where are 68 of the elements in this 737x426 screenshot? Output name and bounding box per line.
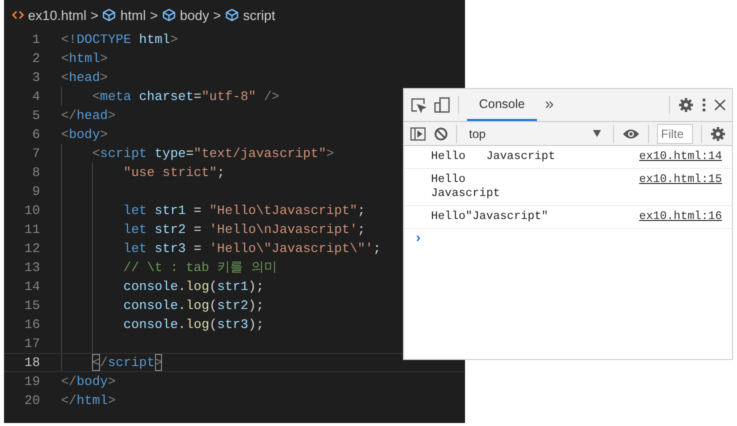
breadcrumb-item[interactable]: script: [243, 8, 276, 22]
line-number: 5: [31, 107, 40, 125]
cube-icon: [102, 8, 116, 22]
close-icon[interactable]: [714, 99, 726, 111]
line-number: 10: [23, 202, 40, 220]
code-line: let str3 = 'Hello\"Javascript\"';: [122, 240, 381, 258]
breadcrumb-separator: >: [90, 8, 98, 22]
line-number: 2: [31, 50, 40, 68]
line-number: 11: [23, 221, 40, 239]
more-tabs-button[interactable]: »: [544, 96, 554, 114]
code-line: let str2 = 'Hello\nJavascript';: [122, 221, 366, 239]
eye-icon[interactable]: [622, 128, 640, 140]
code-line: </head>: [61, 107, 116, 125]
code-line: </body>: [61, 373, 116, 391]
line-number: 7: [31, 145, 40, 163]
line-number: 12: [23, 240, 40, 258]
code-line: console.log(str2);: [122, 297, 264, 315]
code-line: <html>: [61, 50, 108, 68]
line-number: 17: [23, 335, 40, 353]
code-line: </html>: [61, 392, 116, 410]
log-message: Hello Javascript: [431, 173, 500, 201]
line-number: 18: [23, 354, 40, 371]
line-number: 20: [23, 392, 40, 410]
line-number: 13: [23, 259, 40, 277]
line-number: 15: [23, 297, 40, 315]
code-line: <script type="text/javascript">: [91, 145, 334, 163]
line-number: 19: [23, 373, 40, 391]
caret-icon: [593, 130, 601, 137]
code-line: <head>: [61, 69, 108, 87]
line-number: 9: [31, 183, 40, 201]
line-number: 16: [23, 316, 40, 334]
console-prompt[interactable]: ›: [414, 231, 422, 247]
source-link[interactable]: ex10.html:15: [639, 173, 722, 201]
code-line: <meta charset="utf-8" />: [91, 88, 280, 106]
line-number: 8: [31, 164, 40, 182]
code-line: <!DOCTYPE html>: [61, 31, 178, 49]
clear-console-icon[interactable]: [434, 126, 448, 140]
line-number: 14: [23, 278, 40, 296]
code-line: console.log(str3);: [122, 316, 264, 334]
log-message: Hello Javascript: [431, 150, 556, 164]
filter-field[interactable]: Filte: [657, 124, 693, 144]
code-line: // \t : tab 키를 의미: [122, 259, 277, 277]
context-selector[interactable]: top: [465, 126, 605, 140]
settings-icon[interactable]: [710, 126, 726, 142]
device-toggle-icon[interactable]: [434, 97, 450, 113]
line-number: 1: [31, 31, 40, 49]
code-line: console.log(str1);: [122, 278, 264, 296]
settings-icon[interactable]: [678, 97, 694, 113]
code-line: "use strict";: [122, 164, 225, 182]
more-options-icon[interactable]: [702, 98, 706, 112]
line-number: 6: [31, 126, 40, 144]
breadcrumb-item[interactable]: body: [180, 8, 210, 22]
breadcrumb-separator: >: [213, 8, 221, 22]
line-number: 4: [31, 88, 40, 106]
breadcrumb-item[interactable]: ex10.html: [28, 8, 87, 22]
code-line: <body>: [61, 126, 108, 144]
sidebar-toggle-icon[interactable]: [410, 126, 426, 140]
breadcrumb-separator: >: [150, 8, 158, 22]
log-message: Hello"Javascript": [431, 210, 548, 224]
cube-icon: [162, 8, 176, 22]
code-line: let str1 = "Hello\tJavascript";: [122, 202, 366, 220]
inspect-cursor-icon[interactable]: [410, 97, 426, 113]
code-brackets-icon: [12, 9, 24, 21]
breadcrumb-item[interactable]: html: [120, 8, 146, 22]
line-number: 3: [31, 69, 40, 87]
source-link[interactable]: ex10.html:14: [639, 150, 722, 164]
source-link[interactable]: ex10.html:16: [639, 210, 722, 224]
cube-icon: [225, 8, 239, 22]
